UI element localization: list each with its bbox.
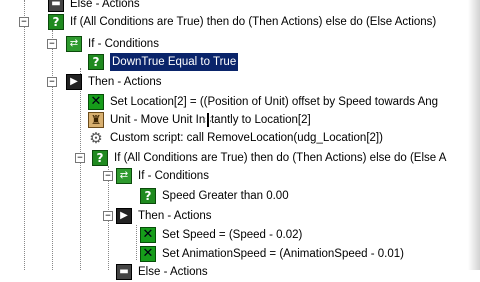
condition-icon: ? <box>92 150 108 166</box>
tree-guide-line <box>24 0 25 270</box>
custom-script-icon: ⚙ <box>88 129 104 147</box>
text-cursor-icon <box>206 113 210 127</box>
set-variable-icon: ✕ <box>140 246 156 262</box>
then-actions-icon: ▶ <box>66 74 82 90</box>
set-variable-icon: ✕ <box>140 227 156 243</box>
condition-icon: ? <box>88 54 104 70</box>
trigger-action-tree: ▬ Else - Actions − ? If (All Conditions … <box>0 0 480 280</box>
if-conditions-label: If - Conditions <box>88 38 159 50</box>
if-conditions-icon: ⇄ <box>116 168 132 184</box>
tree-guide-line <box>80 68 81 270</box>
set-variable-icon: ✕ <box>88 94 104 110</box>
tree-guide-line <box>136 225 137 260</box>
if-conditions-icon: ⇄ <box>66 36 82 52</box>
tree-guide-line <box>52 30 53 270</box>
collapse-toggle[interactable]: − <box>103 211 113 221</box>
unit-action-icon: ♜ <box>88 112 104 128</box>
condition-icon: ? <box>48 14 64 30</box>
unit-move-label: Unit - Move Unit Instantly to Location[2… <box>110 114 311 126</box>
set-speed-label: Set Speed = (Speed - 0.02) <box>162 229 303 241</box>
set-location-label: Set Location[2] = ((Position of Unit) of… <box>110 96 439 108</box>
else-actions-icon: ▬ <box>116 264 132 280</box>
then-actions-label: Then - Actions <box>88 76 162 88</box>
window-edge-shadow <box>468 0 480 270</box>
else-actions-label: Else - Actions <box>138 266 208 278</box>
condition-icon: ? <box>140 188 156 204</box>
if-conditions-label: If - Conditions <box>138 170 209 182</box>
condition-label-selected: DownTrue Equal to True <box>110 53 239 71</box>
then-actions-icon: ▶ <box>116 208 132 224</box>
if-then-else-label: If (All Conditions are True) then do (Th… <box>70 16 437 28</box>
set-animspeed-label: Set AnimationSpeed = (AnimationSpeed - 0… <box>162 248 404 260</box>
nested-if-then-else-label: If (All Conditions are True) then do (Th… <box>114 152 447 164</box>
collapse-toggle[interactable]: − <box>19 17 29 27</box>
collapse-toggle[interactable]: − <box>47 39 57 49</box>
collapse-toggle[interactable]: − <box>103 171 113 181</box>
then-actions-label: Then - Actions <box>138 210 212 222</box>
else-actions-icon: ▬ <box>48 0 64 12</box>
collapse-toggle[interactable]: − <box>75 153 85 163</box>
collapse-toggle[interactable]: − <box>47 77 57 87</box>
custom-script-label: Custom script: call RemoveLocation(udg_L… <box>110 132 383 144</box>
speed-condition-label: Speed Greater than 0.00 <box>162 190 289 202</box>
